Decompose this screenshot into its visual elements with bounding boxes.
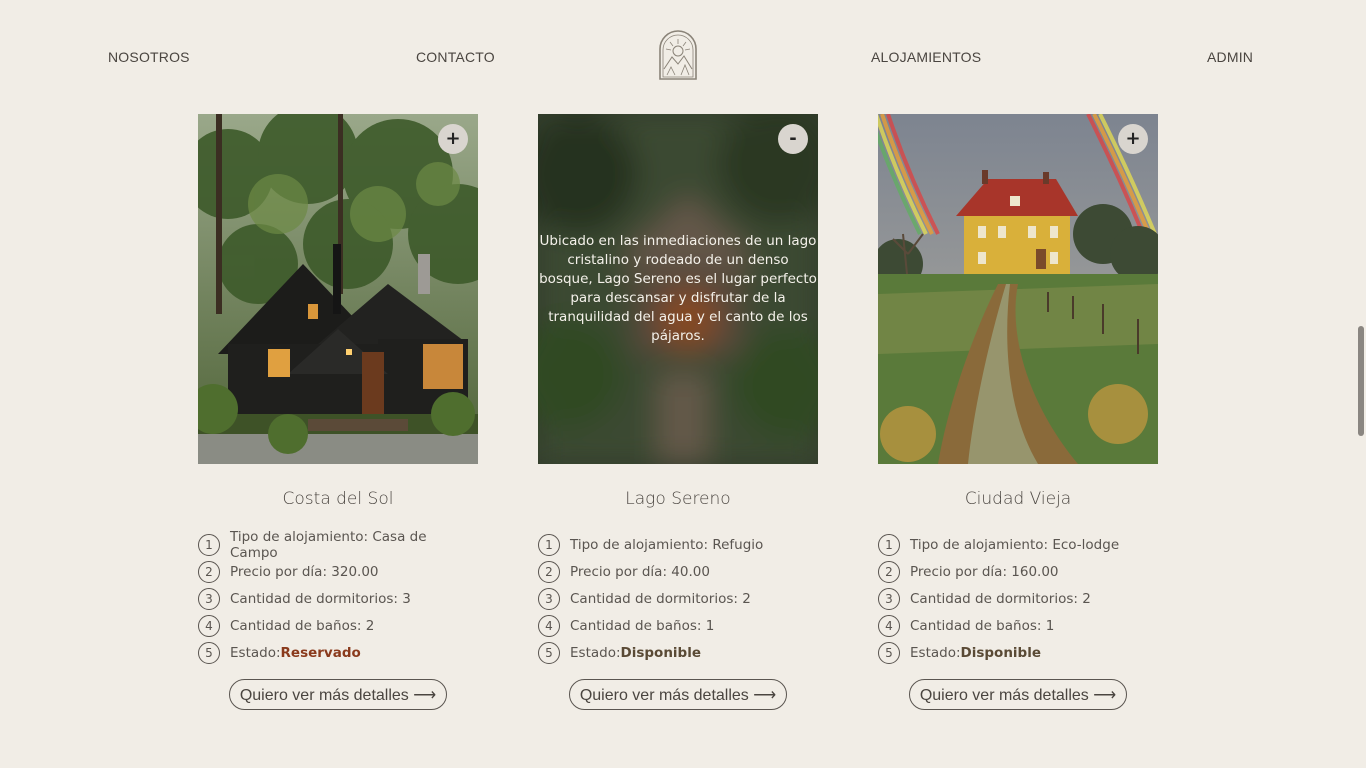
status-label: Estado: <box>230 644 281 661</box>
number-badge: 1 <box>198 533 220 556</box>
status-badge: Disponible <box>620 644 702 661</box>
number-badge: 5 <box>538 641 560 664</box>
feature-item: 3 Cantidad de dormitorios: 3 <box>198 585 478 612</box>
feature-item: 3 Cantidad de dormitorios: 2 <box>878 585 1158 612</box>
number-badge: 1 <box>878 533 900 556</box>
expand-toggle-button[interactable]: + <box>1118 124 1148 154</box>
number-badge: 2 <box>198 560 220 583</box>
status-badge: Disponible <box>960 644 1042 661</box>
feature-item: 4 Cantidad de baños: 1 <box>878 612 1158 639</box>
feature-item: 1 Tipo de alojamiento: Casa de Campo <box>198 528 478 561</box>
view-details-button[interactable]: Quiero ver más detalles ⟶ <box>228 679 448 710</box>
status-item: 5 Estado: Reservado <box>198 639 478 666</box>
status-label: Estado: <box>570 644 621 661</box>
feature-item: 4 Cantidad de baños: 1 <box>538 612 818 639</box>
feature-item: 3 Cantidad de dormitorios: 2 <box>538 585 818 612</box>
accommodation-card-costa-del-sol: + Costa del Sol 1 Tipo de alojamiento: Ca… <box>198 114 478 710</box>
number-badge: 3 <box>878 587 900 610</box>
nav-link-admin[interactable]: ADMIN <box>1207 49 1253 65</box>
feature-text: Precio por día: 320.00 <box>230 563 379 580</box>
number-badge: 5 <box>198 641 220 664</box>
feature-list: 1 Tipo de alojamiento: Casa de Campo 2 Pre… <box>198 528 478 666</box>
feature-item: 1 Tipo de alojamiento: Eco-lodge <box>878 531 1158 558</box>
feature-item: 2 Precio por día: 320.00 <box>198 558 478 585</box>
feature-text: Precio por día: 40.00 <box>570 563 710 580</box>
feature-item: 4 Cantidad de baños: 2 <box>198 612 478 639</box>
status-label: Estado: <box>910 644 961 661</box>
feature-list: 1 Tipo de alojamiento: Refugio 2 Precio po… <box>538 531 818 666</box>
yellow-house-rainbow-image-icon <box>878 114 1158 464</box>
card-title: Costa del Sol <box>282 489 394 509</box>
number-badge: 1 <box>538 533 560 556</box>
status-item: 5 Estado: Disponible <box>878 639 1158 666</box>
number-badge: 5 <box>878 641 900 664</box>
feature-text: Cantidad de dormitorios: 3 <box>230 590 411 607</box>
number-badge: 4 <box>538 614 560 637</box>
feature-text: Cantidad de baños: 2 <box>230 617 375 634</box>
accommodation-card-ciudad-vieja: + Ciudad Vieja 1 Tipo de alojamiento: Eco… <box>878 114 1158 710</box>
view-details-button[interactable]: Quiero ver más detalles ⟶ <box>568 679 788 710</box>
number-badge: 2 <box>538 560 560 583</box>
feature-text: Cantidad de dormitorios: 2 <box>570 590 751 607</box>
card-image: + <box>878 114 1158 464</box>
sun-mountain-arch-logo-icon[interactable] <box>657 29 699 81</box>
number-badge: 4 <box>198 614 220 637</box>
view-details-button[interactable]: Quiero ver más detalles ⟶ <box>908 679 1128 710</box>
card-image: Ubicado en las inmediaciones de un lago … <box>538 114 818 464</box>
feature-item: 2 Precio por día: 40.00 <box>538 558 818 585</box>
accommodation-card-lago-sereno: Ubicado en las inmediaciones de un lago … <box>538 114 818 710</box>
feature-text: Cantidad de baños: 1 <box>910 617 1055 634</box>
scrollbar-thumb[interactable] <box>1358 326 1364 436</box>
nav-link-nosotros[interactable]: NOSOTROS <box>108 49 190 65</box>
nav-link-contacto[interactable]: CONTACTO <box>416 49 495 65</box>
nav-link-alojamientos[interactable]: ALOJAMIENTOS <box>871 49 981 65</box>
feature-item: 2 Precio por día: 160.00 <box>878 558 1158 585</box>
feature-text: Precio por día: 160.00 <box>910 563 1059 580</box>
vertical-scrollbar[interactable] <box>1356 0 1366 768</box>
dark-cabin-forest-image-icon <box>198 114 478 464</box>
feature-text: Tipo de alojamiento: Casa de Campo <box>230 528 427 561</box>
card-description: Ubicado en las inmediaciones de un lago … <box>539 233 817 344</box>
number-badge: 4 <box>878 614 900 637</box>
feature-text: Tipo de alojamiento: Refugio <box>570 536 764 553</box>
card-title: Ciudad Vieja <box>964 489 1072 509</box>
status-item: 5 Estado: Disponible <box>538 639 818 666</box>
number-badge: 3 <box>198 587 220 610</box>
number-badge: 3 <box>538 587 560 610</box>
expand-toggle-button[interactable]: + <box>438 124 468 154</box>
feature-text: Cantidad de baños: 1 <box>570 617 715 634</box>
feature-text: Tipo de alojamiento: Eco-lodge <box>910 536 1120 553</box>
number-badge: 2 <box>878 560 900 583</box>
card-image: + <box>198 114 478 464</box>
top-navigation: NOSOTROS CONTACTO ALOJAMIENTOS ADMIN <box>0 0 1366 114</box>
feature-list: 1 Tipo de alojamiento: Eco-lodge 2 Precio … <box>878 531 1158 666</box>
collapse-toggle-button[interactable]: - <box>778 124 808 154</box>
status-badge: Reservado <box>280 644 361 661</box>
card-title: Lago Sereno <box>625 489 731 509</box>
feature-text: Cantidad de dormitorios: 2 <box>910 590 1091 607</box>
feature-item: 1 Tipo de alojamiento: Refugio <box>538 531 818 558</box>
